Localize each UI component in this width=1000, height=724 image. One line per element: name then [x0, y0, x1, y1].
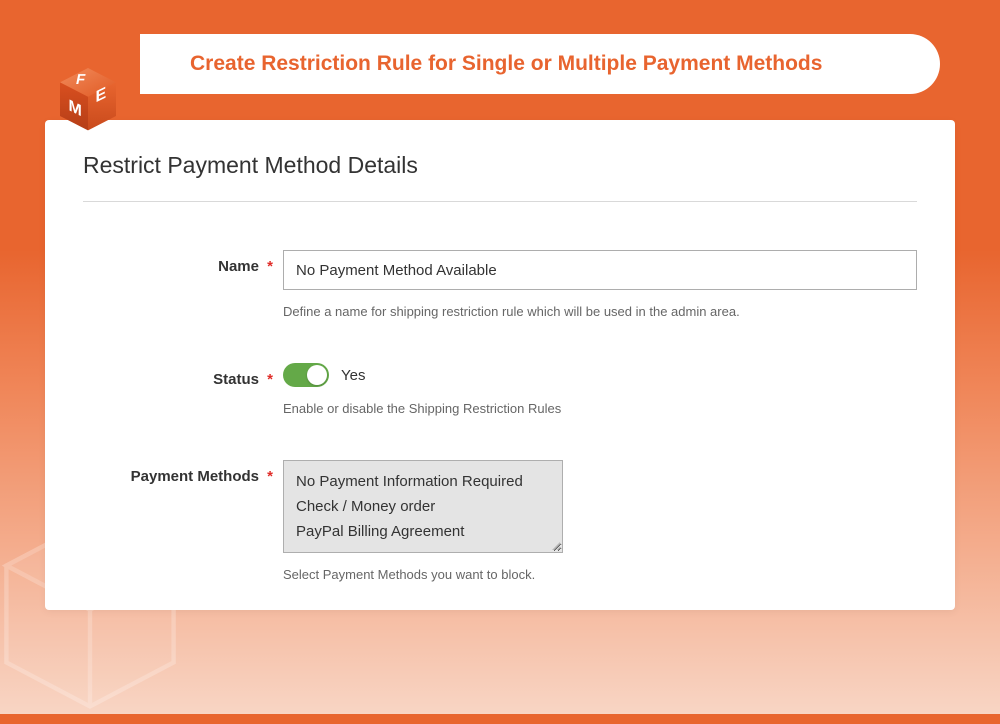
- status-toggle[interactable]: [283, 363, 329, 387]
- help-name: Define a name for shipping restriction r…: [283, 304, 917, 319]
- row-name: Name * Define a name for shipping restri…: [83, 250, 917, 319]
- label-name: Name *: [83, 250, 283, 275]
- panel-title: Restrict Payment Method Details: [83, 152, 917, 179]
- payment-method-option[interactable]: No Payment Information Required: [284, 469, 562, 494]
- page-title: Create Restriction Rule for Single or Mu…: [190, 52, 822, 76]
- row-payment-methods: Payment Methods * No Payment Information…: [83, 460, 917, 582]
- row-status: Status * Yes Enable or disable the Shipp…: [83, 363, 917, 416]
- payment-method-option[interactable]: Check / Money order: [284, 494, 562, 519]
- required-mark: *: [267, 468, 273, 485]
- payment-method-option[interactable]: PayPal Billing Agreement: [284, 519, 562, 544]
- resize-handle-icon: [550, 540, 560, 550]
- status-value-text: Yes: [341, 367, 365, 384]
- label-status: Status *: [83, 363, 283, 388]
- name-input[interactable]: [283, 250, 917, 290]
- help-status: Enable or disable the Shipping Restricti…: [283, 401, 917, 416]
- required-mark: *: [267, 371, 273, 388]
- label-payment-methods: Payment Methods *: [83, 460, 283, 485]
- fme-logo: F M E: [48, 60, 128, 140]
- background-cube-icon: [0, 504, 200, 724]
- page-header: Create Restriction Rule for Single or Mu…: [140, 34, 940, 94]
- toggle-knob: [307, 365, 327, 385]
- payment-methods-multiselect[interactable]: No Payment Information Required Check / …: [283, 460, 563, 553]
- divider: [83, 201, 917, 202]
- help-payment-methods: Select Payment Methods you want to block…: [283, 567, 917, 582]
- required-mark: *: [267, 258, 273, 275]
